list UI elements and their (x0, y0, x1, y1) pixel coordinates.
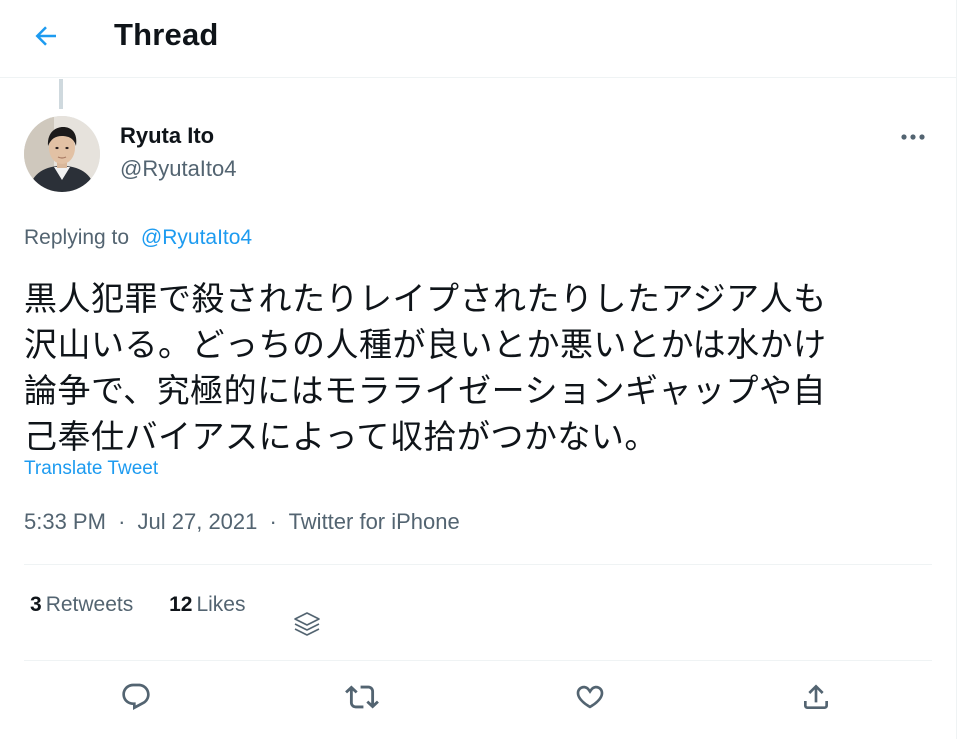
author-name[interactable]: Ryuta Ito (120, 123, 214, 149)
like-icon (574, 681, 606, 718)
reply-icon (120, 681, 152, 718)
meta-separator: · (118, 509, 126, 534)
tweet-date[interactable]: Jul 27, 2021 (138, 509, 258, 534)
divider (24, 660, 932, 661)
share-icon (800, 681, 832, 718)
replying-to: Replying to @RyutaIto4 (24, 226, 252, 250)
reply-button[interactable] (114, 677, 158, 721)
retweet-icon (345, 680, 379, 719)
likes-count: 12 (169, 593, 193, 616)
like-button[interactable] (568, 677, 612, 721)
translate-tweet-link[interactable]: Translate Tweet (24, 458, 158, 480)
retweets-label: Retweets (45, 593, 134, 616)
tweet-text: 黒人犯罪で殺されたりレイプされたりしたアジア人も 沢山いる。どっちの人種が良いと… (24, 276, 924, 460)
likes-stat[interactable]: 12 Likes (169, 593, 245, 617)
arrow-left-icon (31, 21, 61, 56)
share-button[interactable] (794, 677, 838, 721)
header: Thread (0, 0, 957, 78)
tweet-time[interactable]: 5:33 PM (24, 509, 106, 534)
thread-page: Thread Ryuta Ito @RyutaIto4 Replying to … (0, 0, 957, 739)
tweet-line: 沢山いる。どっちの人種が良いとか悪いとかは水かけ (24, 325, 827, 364)
author-handle[interactable]: @RyutaIto4 (120, 156, 237, 182)
retweets-count: 3 (30, 593, 42, 616)
tweet-source[interactable]: Twitter for iPhone (289, 509, 460, 534)
page-title: Thread (114, 17, 219, 52)
back-button[interactable] (22, 14, 70, 62)
tweet-stats: 3 Retweets 12 Likes (30, 593, 275, 617)
tweet-line: 己奉仕バイアスによって収拾がつかない。 (24, 417, 658, 456)
thread-connector-line (59, 79, 63, 109)
divider (24, 564, 932, 565)
more-horizontal-icon (900, 128, 926, 146)
meta-separator: · (269, 509, 277, 534)
layers-icon (290, 609, 324, 643)
replying-handle-link[interactable]: @RyutaIto4 (141, 226, 252, 249)
retweet-button[interactable] (340, 677, 384, 721)
more-options-button[interactable] (892, 120, 934, 154)
tweet-line: 論争で、究極的にはモラライゼーションギャップや自 (24, 371, 827, 410)
avatar[interactable] (24, 116, 100, 192)
tweet-meta: 5:33 PM · Jul 27, 2021 · Twitter for iPh… (24, 509, 460, 535)
replying-prefix: Replying to (24, 226, 130, 249)
retweets-stat[interactable]: 3 Retweets (30, 593, 133, 617)
likes-label: Likes (196, 593, 246, 616)
tweet-line: 黒人犯罪で殺されたりレイプされたりしたアジア人も (24, 279, 827, 318)
